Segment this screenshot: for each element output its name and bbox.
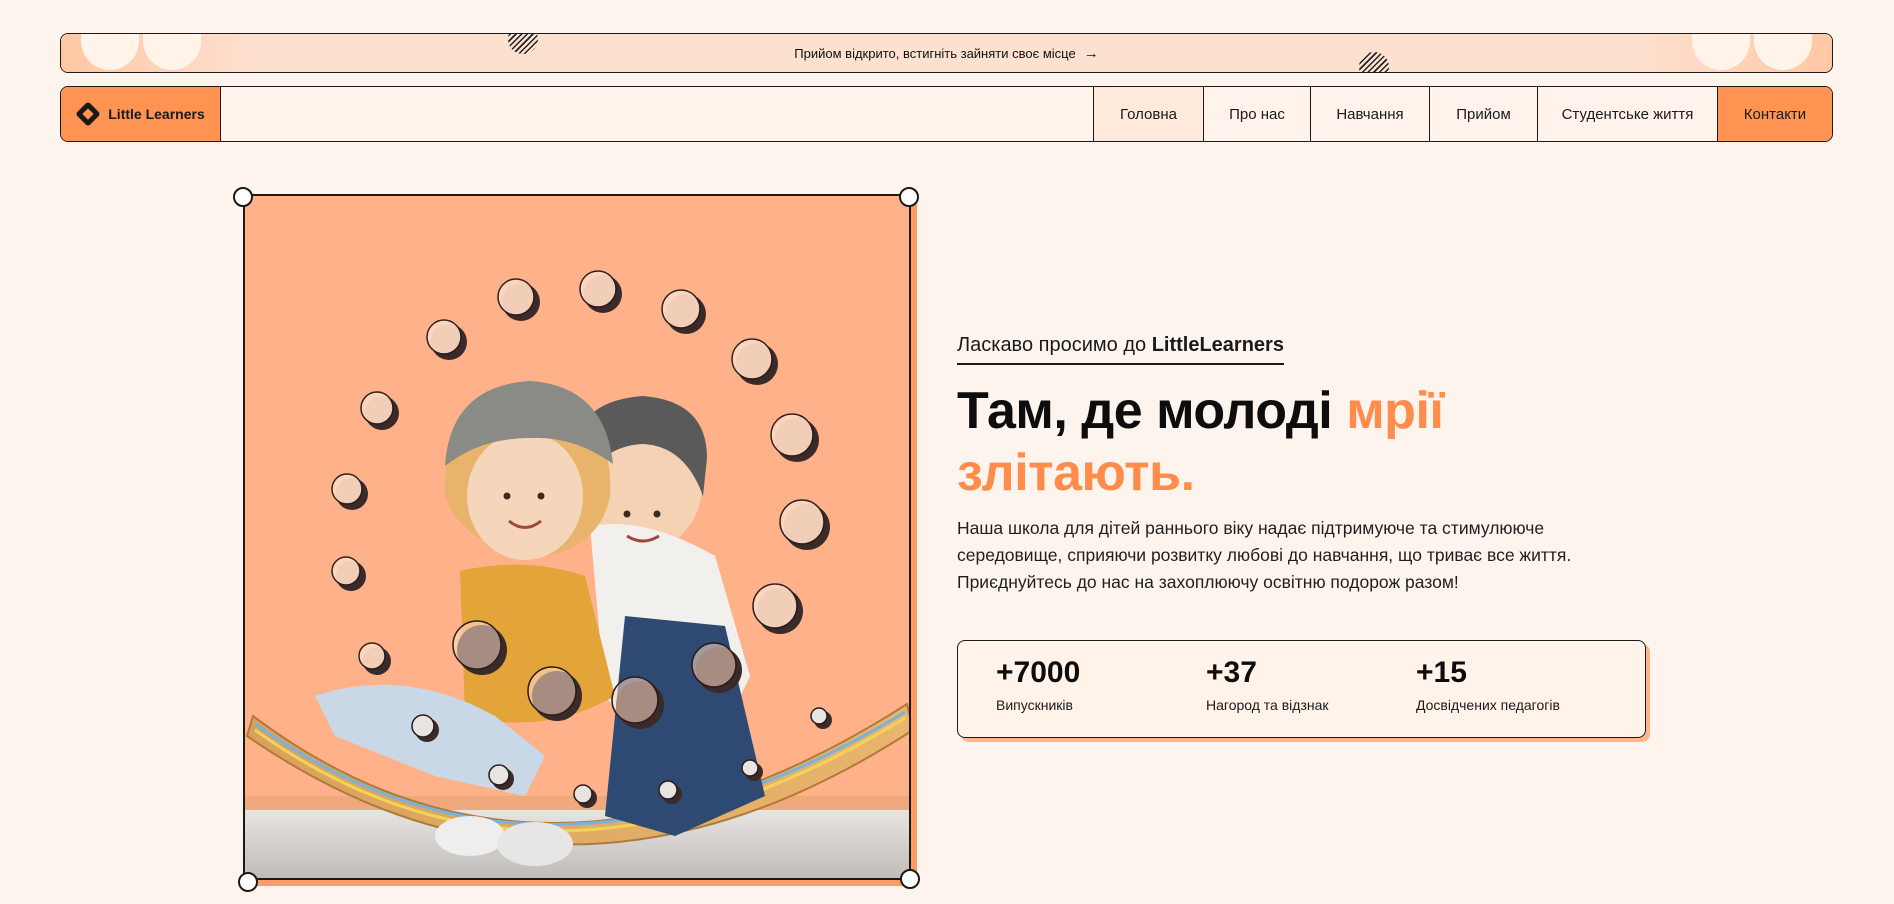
nav-item-admission[interactable]: Прийом [1429, 87, 1537, 141]
welcome-subtitle: Ласкаво просимо до LittleLearners [957, 334, 1284, 365]
welcome-prefix: Ласкаво просимо до [957, 334, 1147, 356]
stat-label: Випускників [996, 697, 1073, 713]
stat-teachers: +15 Досвідчених педагогів [1416, 655, 1560, 713]
hero-headline: Там, де молоді мрії злітають. [957, 380, 1657, 504]
resize-handle-top-right[interactable] [899, 187, 919, 207]
hatched-circle-decoration [1359, 52, 1389, 72]
logo-diamond-icon [76, 102, 100, 126]
logo-text: Little Learners [108, 106, 205, 122]
nav-item-education[interactable]: Навчання [1310, 87, 1429, 141]
stat-graduates: +7000 Випускників [996, 655, 1080, 713]
hero-description: Наша школа для дітей раннього віку надає… [957, 518, 1572, 592]
hero-image [243, 194, 911, 880]
contacts-button[interactable]: Контакти [1717, 87, 1832, 141]
nav-item-student-life[interactable]: Студентське життя [1537, 87, 1717, 141]
children-photo-illustration [245, 270, 909, 878]
nav-item-about[interactable]: Про нас [1203, 87, 1310, 141]
stat-label: Нагород та відзнак [1206, 697, 1329, 713]
main-navbar: Little Learners Головна Про нас Навчання… [60, 86, 1833, 142]
resize-handle-bottom-left[interactable] [238, 872, 258, 892]
nav-item-home[interactable]: Головна [1093, 87, 1203, 141]
admission-announcement-link[interactable]: Прийом відкрито, встигніть зайняти своє … [794, 46, 1098, 61]
logo-link[interactable]: Little Learners [61, 87, 221, 141]
headline-accent1: мрії [1346, 382, 1444, 440]
stat-awards: +37 Нагород та відзнак [1206, 655, 1329, 713]
resize-handle-bottom-right[interactable] [900, 869, 920, 889]
headline-part1: Там, де молоді [957, 382, 1333, 440]
headline-accent2: злітають. [957, 444, 1195, 502]
stat-number: +37 [1206, 656, 1257, 689]
resize-handle-top-left[interactable] [233, 187, 253, 207]
announcement-bar: Прийом відкрито, встигніть зайняти своє … [60, 33, 1833, 73]
hatched-circle-decoration [508, 34, 538, 54]
announcement-text: Прийом відкрито, встигніть зайняти своє … [794, 45, 1076, 61]
arrow-right-icon: → [1083, 44, 1099, 62]
stats-card: +7000 Випускників +37 Нагород та відзнак… [957, 640, 1646, 738]
stat-number: +7000 [996, 656, 1081, 689]
stat-number: +15 [1416, 656, 1467, 689]
welcome-brand: LittleLearners [1151, 334, 1284, 356]
navbar-spacer [221, 87, 1093, 141]
stat-label: Досвідчених педагогів [1416, 697, 1560, 713]
